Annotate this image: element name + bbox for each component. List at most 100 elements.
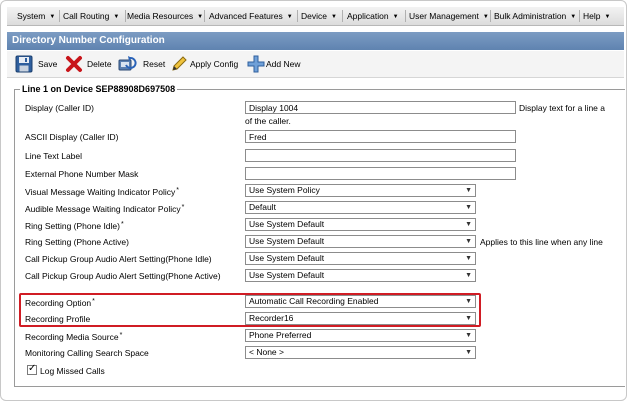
select-value: Use System Default xyxy=(249,253,325,263)
checkmark-icon: ✓ xyxy=(28,363,37,374)
menu-label: Bulk Administration xyxy=(494,11,567,21)
select-value: Phone Preferred xyxy=(249,330,312,340)
plus-icon xyxy=(247,55,265,73)
chevron-down-icon: ▼ xyxy=(49,14,56,20)
menu-help[interactable]: Help ▼ xyxy=(583,7,610,25)
save-button[interactable]: Save xyxy=(15,55,61,73)
chevron-down-icon: ▼ xyxy=(570,14,577,20)
chevron-down-icon: ▼ xyxy=(465,238,472,245)
required-marker: * xyxy=(92,298,95,305)
label-text: Recording Option xyxy=(25,298,92,308)
ring-idle-select[interactable]: Use System Default ▼ xyxy=(245,218,476,231)
chevron-down-icon: ▼ xyxy=(465,221,472,228)
menu-divider xyxy=(297,10,298,22)
select-value: Use System Policy xyxy=(249,185,320,195)
menu-divider xyxy=(490,10,491,22)
recording-media-source-select[interactable]: Phone Preferred ▼ xyxy=(245,329,476,342)
app-frame: System ▼ Call Routing ▼ Media Resources ▼ A… xyxy=(0,0,627,401)
menu-divider xyxy=(342,10,343,22)
external-mask-input[interactable] xyxy=(245,167,516,180)
recording-profile-label: Recording Profile xyxy=(25,314,91,324)
select-value: < None > xyxy=(249,347,284,357)
add-new-button[interactable]: Add New xyxy=(247,55,309,73)
recording-media-source-label: Recording Media Source* xyxy=(25,331,122,342)
required-marker: * xyxy=(120,221,124,228)
select-value: Default xyxy=(249,202,276,212)
page-title: Directory Number Configuration xyxy=(7,32,624,50)
menu-label: Application xyxy=(347,11,389,21)
menu-label: Call Routing xyxy=(63,11,110,21)
reset-icon xyxy=(118,56,137,71)
vmwi-policy-label: Visual Message Waiting Indicator Policy* xyxy=(25,186,179,197)
menu-advanced-features[interactable]: Advanced Features ▼ xyxy=(209,7,293,25)
line-text-label-label: Line Text Label xyxy=(25,151,83,161)
toolbar: Save Delete Reset Apply Config Add New xyxy=(7,51,624,78)
amwi-policy-label: Audible Message Waiting Indicator Policy… xyxy=(25,203,184,214)
menu-divider xyxy=(59,10,60,22)
menu-label: Advanced Features xyxy=(209,11,283,21)
label-text: Visual Message Waiting Indicator Policy xyxy=(25,187,176,197)
menu-bulk-administration[interactable]: Bulk Administration ▼ xyxy=(494,7,576,25)
menu-media-resources[interactable]: Media Resources ▼ xyxy=(127,7,203,25)
chevron-down-icon: ▼ xyxy=(465,204,472,211)
display-note-continued: of the caller. xyxy=(245,116,291,126)
chevron-down-icon: ▼ xyxy=(330,14,337,20)
menu-system[interactable]: System ▼ xyxy=(17,7,55,25)
reset-button[interactable]: Reset xyxy=(118,55,168,73)
menu-divider xyxy=(125,10,126,22)
ascii-display-input[interactable]: Fred xyxy=(245,130,516,143)
chevron-down-icon: ▼ xyxy=(113,14,120,20)
floppy-disk-icon xyxy=(15,55,33,73)
pickup-idle-label: Call Pickup Group Audio Alert Setting(Ph… xyxy=(25,254,212,264)
required-marker: * xyxy=(176,187,179,194)
menu-label: Help xyxy=(583,11,601,21)
add-new-label: Add New xyxy=(266,59,301,69)
pickup-active-select[interactable]: Use System Default ▼ xyxy=(245,269,476,282)
recording-option-select[interactable]: Automatic Call Recording Enabled ▼ xyxy=(245,295,476,308)
amwi-policy-select[interactable]: Default ▼ xyxy=(245,201,476,214)
chevron-down-icon: ▼ xyxy=(286,14,293,20)
label-text: Audible Message Waiting Indicator Policy xyxy=(25,204,181,214)
red-x-icon xyxy=(66,56,82,72)
chevron-down-icon: ▼ xyxy=(465,315,472,322)
recording-option-label: Recording Option* xyxy=(25,297,95,308)
display-note: Display text for a line a xyxy=(519,103,605,113)
menu-application[interactable]: Application ▼ xyxy=(347,7,399,25)
monitoring-css-select[interactable]: < None > ▼ xyxy=(245,346,476,359)
external-mask-label: External Phone Number Mask xyxy=(25,169,139,179)
menu-divider xyxy=(204,10,205,22)
reset-label: Reset xyxy=(143,59,166,69)
menu-user-management[interactable]: User Management ▼ xyxy=(409,7,489,25)
delete-button[interactable]: Delete xyxy=(65,55,117,73)
pickup-idle-select[interactable]: Use System Default ▼ xyxy=(245,252,476,265)
ring-active-note: Applies to this line when any line xyxy=(480,237,603,247)
log-missed-calls-label: Log Missed Calls xyxy=(40,366,105,376)
chevron-down-icon: ▼ xyxy=(465,298,472,305)
chevron-down-icon: ▼ xyxy=(392,14,399,20)
chevron-down-icon: ▼ xyxy=(465,255,472,262)
chevron-down-icon: ▼ xyxy=(465,187,472,194)
menu-call-routing[interactable]: Call Routing ▼ xyxy=(63,7,119,25)
save-label: Save xyxy=(38,59,58,69)
chevron-down-icon: ▼ xyxy=(465,349,472,356)
menu-device[interactable]: Device ▼ xyxy=(301,7,337,25)
menu-label: System xyxy=(17,11,46,21)
vmwi-policy-select[interactable]: Use System Policy ▼ xyxy=(245,184,476,197)
ascii-display-label: ASCII Display (Caller ID) xyxy=(25,132,119,142)
apply-config-button[interactable]: Apply Config xyxy=(171,55,243,73)
required-marker: * xyxy=(181,204,185,211)
delete-label: Delete xyxy=(87,59,112,69)
chevron-down-icon: ▼ xyxy=(465,272,472,279)
pickup-active-label: Call Pickup Group Audio Alert Setting(Ph… xyxy=(25,271,221,281)
display-input[interactable]: Display 1004 xyxy=(245,101,516,114)
ring-active-select[interactable]: Use System Default ▼ xyxy=(245,235,476,248)
line-text-label-input[interactable] xyxy=(245,149,516,162)
label-text: Recording Media Source xyxy=(25,332,119,342)
pencil-icon xyxy=(172,56,187,71)
ring-active-label: Ring Setting (Phone Active) xyxy=(25,237,129,247)
recording-profile-select[interactable]: Recorder16 ▼ xyxy=(245,312,476,325)
fieldset-legend: Line 1 on Device SEP88908D697508 xyxy=(20,82,178,96)
log-missed-calls-checkbox[interactable]: ✓ xyxy=(27,363,37,375)
display-label: Display (Caller ID) xyxy=(25,103,94,113)
menu-divider xyxy=(579,10,580,22)
